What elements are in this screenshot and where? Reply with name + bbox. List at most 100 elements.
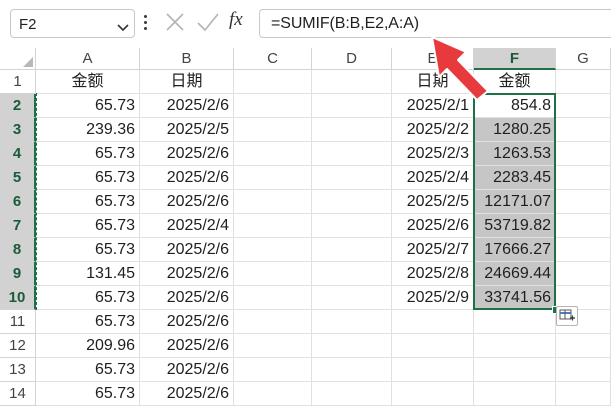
cell-g2[interactable]: [556, 94, 611, 118]
cell-f2[interactable]: 854.8: [474, 94, 556, 118]
cell-d9[interactable]: [312, 262, 392, 286]
cell-a2[interactable]: 65.73: [36, 94, 140, 118]
cell-b6[interactable]: 2025/2/6: [140, 190, 234, 214]
quick-analysis-icon[interactable]: [556, 306, 578, 326]
cell-d2[interactable]: [312, 94, 392, 118]
cell-d12[interactable]: [312, 334, 392, 358]
cell-d1[interactable]: [312, 70, 392, 94]
cell-a6[interactable]: 65.73: [36, 190, 140, 214]
row-header-6[interactable]: 6: [0, 190, 36, 214]
cell-b2[interactable]: 2025/2/6: [140, 94, 234, 118]
cell-g6[interactable]: [556, 190, 611, 214]
cell-g13[interactable]: [556, 358, 611, 382]
more-options-icon[interactable]: [144, 15, 148, 31]
cell-d10[interactable]: [312, 286, 392, 310]
cell-c4[interactable]: [234, 142, 312, 166]
cell-a5[interactable]: 65.73: [36, 166, 140, 190]
cell-d7[interactable]: [312, 214, 392, 238]
cell-b4[interactable]: 2025/2/6: [140, 142, 234, 166]
column-header-e[interactable]: E: [392, 48, 474, 70]
cell-g8[interactable]: [556, 238, 611, 262]
cell-e8[interactable]: 2025/2/7: [392, 238, 474, 262]
cell-c9[interactable]: [234, 262, 312, 286]
cell-g1[interactable]: [556, 70, 611, 94]
column-header-a[interactable]: A: [36, 48, 140, 70]
cell-f3[interactable]: 1280.25: [474, 118, 556, 142]
cell-e10[interactable]: 2025/2/9: [392, 286, 474, 310]
cell-c12[interactable]: [234, 334, 312, 358]
cell-e5[interactable]: 2025/2/4: [392, 166, 474, 190]
cell-f8[interactable]: 17666.27: [474, 238, 556, 262]
cell-b1[interactable]: 日期: [140, 70, 234, 94]
cell-g3[interactable]: [556, 118, 611, 142]
cell-b14[interactable]: 2025/2/6: [140, 382, 234, 406]
cell-b9[interactable]: 2025/2/6: [140, 262, 234, 286]
cell-e13[interactable]: [392, 358, 474, 382]
checkmark-icon[interactable]: [196, 10, 220, 39]
cell-e7[interactable]: 2025/2/6: [392, 214, 474, 238]
cell-a10[interactable]: 65.73: [36, 286, 140, 310]
cell-g4[interactable]: [556, 142, 611, 166]
cell-b10[interactable]: 2025/2/6: [140, 286, 234, 310]
cell-d11[interactable]: [312, 310, 392, 334]
cell-a12[interactable]: 209.96: [36, 334, 140, 358]
cell-g5[interactable]: [556, 166, 611, 190]
row-header-9[interactable]: 9: [0, 262, 36, 286]
select-all-corner[interactable]: [0, 48, 36, 70]
row-header-14[interactable]: 14: [0, 382, 36, 406]
cell-g12[interactable]: [556, 334, 611, 358]
cell-f1[interactable]: 金额: [474, 70, 556, 94]
close-icon[interactable]: [164, 10, 186, 39]
cell-c5[interactable]: [234, 166, 312, 190]
cell-e12[interactable]: [392, 334, 474, 358]
cell-c2[interactable]: [234, 94, 312, 118]
cell-d5[interactable]: [312, 166, 392, 190]
cell-e6[interactable]: 2025/2/5: [392, 190, 474, 214]
cell-f6[interactable]: 12171.07: [474, 190, 556, 214]
column-header-g[interactable]: G: [556, 48, 611, 70]
row-header-8[interactable]: 8: [0, 238, 36, 262]
cell-a9[interactable]: 131.45: [36, 262, 140, 286]
cell-f13[interactable]: [474, 358, 556, 382]
cell-f7[interactable]: 53719.82: [474, 214, 556, 238]
cell-e2[interactable]: 2025/2/1: [392, 94, 474, 118]
formula-text[interactable]: =SUMIF(B:B,E2,A:A): [271, 15, 419, 33]
cell-e4[interactable]: 2025/2/3: [392, 142, 474, 166]
formula-input[interactable]: =SUMIF(B:B,E2,A:A): [259, 9, 611, 38]
cell-g9[interactable]: [556, 262, 611, 286]
row-header-11[interactable]: 11: [0, 310, 36, 334]
cell-b7[interactable]: 2025/2/4: [140, 214, 234, 238]
row-header-4[interactable]: 4: [0, 142, 36, 166]
cell-g14[interactable]: [556, 382, 611, 406]
cell-a8[interactable]: 65.73: [36, 238, 140, 262]
row-header-10[interactable]: 10: [0, 286, 36, 310]
cell-c14[interactable]: [234, 382, 312, 406]
cell-b11[interactable]: 2025/2/6: [140, 310, 234, 334]
cell-b12[interactable]: 2025/2/6: [140, 334, 234, 358]
cell-f5[interactable]: 2283.45: [474, 166, 556, 190]
row-header-1[interactable]: 1: [0, 70, 36, 94]
cell-d14[interactable]: [312, 382, 392, 406]
row-header-5[interactable]: 5: [0, 166, 36, 190]
cell-b8[interactable]: 2025/2/6: [140, 238, 234, 262]
column-header-d[interactable]: D: [312, 48, 392, 70]
cell-e14[interactable]: [392, 382, 474, 406]
cell-a13[interactable]: 65.73: [36, 358, 140, 382]
cell-a3[interactable]: 239.36: [36, 118, 140, 142]
cell-b13[interactable]: 2025/2/6: [140, 358, 234, 382]
cell-c3[interactable]: [234, 118, 312, 142]
row-header-13[interactable]: 13: [0, 358, 36, 382]
row-header-3[interactable]: 3: [0, 118, 36, 142]
column-header-c[interactable]: C: [234, 48, 312, 70]
cell-e11[interactable]: [392, 310, 474, 334]
row-header-12[interactable]: 12: [0, 334, 36, 358]
cell-a7[interactable]: 65.73: [36, 214, 140, 238]
cell-a11[interactable]: 65.73: [36, 310, 140, 334]
name-box[interactable]: F2: [10, 9, 135, 38]
cell-g7[interactable]: [556, 214, 611, 238]
cell-e1[interactable]: 日期: [392, 70, 474, 94]
cell-f14[interactable]: [474, 382, 556, 406]
cell-b3[interactable]: 2025/2/5: [140, 118, 234, 142]
cell-f9[interactable]: 24669.44: [474, 262, 556, 286]
cell-a1[interactable]: 金额: [36, 70, 140, 94]
